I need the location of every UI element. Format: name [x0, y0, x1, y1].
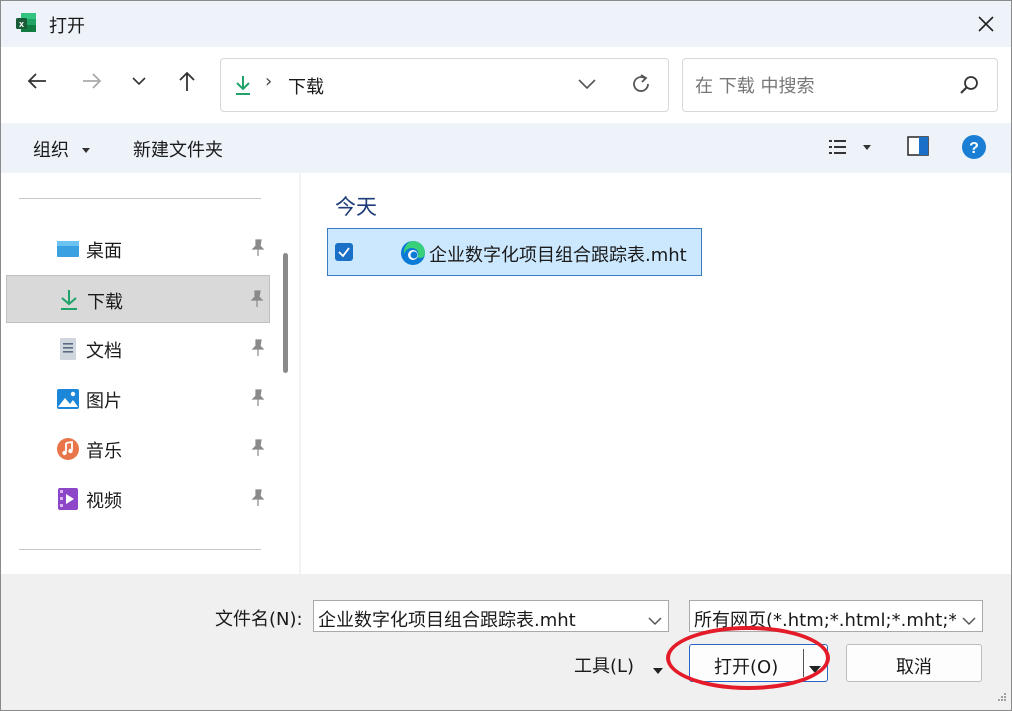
- filetype-value: 所有网页(*.htm;*.html;*.mht;*.: [694, 610, 956, 631]
- chevron-down-icon[interactable]: [648, 611, 662, 630]
- filename-label: 文件名(N):: [215, 609, 303, 630]
- chevron-down-icon: [132, 77, 146, 86]
- file-name: 企业数字化项目组合跟踪表.mht: [429, 245, 687, 266]
- open-button[interactable]: 打开(O): [689, 644, 828, 682]
- group-header-today: 今天: [335, 195, 377, 219]
- tools-menu-button[interactable]: 工具(L): [574, 652, 634, 678]
- video-icon: [56, 487, 80, 511]
- navigation-pane: 桌面 下载 文档 图片 音乐 视频: [1, 173, 299, 574]
- resize-grip-icon[interactable]: [997, 687, 1007, 706]
- filename-field[interactable]: 企业数字化项目组合跟踪表.mht: [313, 600, 669, 632]
- document-icon: [56, 337, 80, 361]
- refresh-button[interactable]: [629, 72, 653, 100]
- download-icon: [233, 74, 253, 100]
- recent-locations-button[interactable]: [121, 63, 157, 99]
- sidebar-item-label: 文档: [86, 341, 122, 362]
- divider: [19, 549, 261, 550]
- sidebar-item-label: 图片: [86, 391, 122, 412]
- caret-down-icon: [809, 666, 821, 673]
- pin-icon[interactable]: [249, 290, 265, 312]
- pin-icon[interactable]: [250, 439, 266, 461]
- checkmark-icon: [338, 247, 350, 258]
- sidebar-item-desktop[interactable]: 桌面: [6, 225, 270, 273]
- preview-pane-button[interactable]: [907, 136, 929, 160]
- close-button[interactable]: [969, 7, 1003, 41]
- file-item[interactable]: 企业数字化项目组合跟踪表.mht: [327, 228, 702, 276]
- desktop-icon: [56, 237, 80, 261]
- edge-icon: [400, 240, 426, 270]
- pictures-icon: [56, 387, 80, 411]
- sidebar-item-label: 桌面: [86, 241, 122, 262]
- dialog-footer: 文件名(N): 企业数字化项目组合跟踪表.mht 所有网页(*.htm;*.ht…: [1, 574, 1011, 710]
- cancel-button-label: 取消: [896, 657, 932, 678]
- caret-down-icon: [81, 148, 90, 153]
- search-icon[interactable]: [959, 75, 979, 99]
- split-divider: [803, 649, 804, 677]
- arrow-up-icon: [179, 71, 195, 91]
- pin-icon[interactable]: [250, 239, 266, 261]
- filename-value: 企业数字化项目组合跟踪表.mht: [318, 610, 576, 631]
- music-icon: [56, 437, 80, 461]
- sidebar-scrollbar[interactable]: [283, 253, 288, 373]
- address-bar[interactable]: › 下载: [220, 58, 669, 112]
- chevron-down-icon[interactable]: [962, 611, 976, 630]
- back-button[interactable]: [19, 63, 55, 99]
- download-icon: [57, 288, 81, 312]
- svg-text:?: ?: [969, 140, 979, 157]
- breadcrumb-separator: ›: [265, 71, 273, 92]
- file-checkbox[interactable]: [335, 243, 353, 261]
- cancel-button[interactable]: 取消: [846, 644, 982, 682]
- sidebar-item-label: 下载: [87, 292, 123, 313]
- search-input[interactable]: [693, 71, 947, 101]
- search-box[interactable]: [682, 58, 998, 112]
- sidebar-item-documents[interactable]: 文档: [6, 325, 270, 373]
- divider: [19, 198, 261, 199]
- close-icon: [978, 16, 994, 32]
- dialog-title: 打开: [49, 16, 85, 37]
- pin-icon[interactable]: [250, 489, 266, 511]
- title-bar: x 打开: [1, 1, 1011, 47]
- excel-icon: x: [15, 12, 37, 34]
- sidebar-item-music[interactable]: 音乐: [6, 425, 270, 473]
- view-options-button[interactable]: [827, 137, 875, 161]
- new-folder-button[interactable]: 新建文件夹: [133, 136, 223, 162]
- open-button-label: 打开(O): [714, 657, 779, 678]
- command-toolbar: 组织 新建文件夹 ?: [1, 123, 1011, 173]
- arrow-left-icon: [27, 73, 46, 89]
- organize-menu-button[interactable]: 组织: [33, 136, 91, 162]
- file-list: 今天 企业数字化项目组合跟踪表.mht: [301, 173, 1011, 574]
- open-file-dialog: x 打开 › 下载 在 下载 中搜索 组织 新建文件夹 ? 桌面 下载 文档 图…: [0, 0, 1012, 711]
- address-history-button[interactable]: [578, 75, 596, 94]
- sidebar-item-label: 视频: [86, 491, 122, 512]
- breadcrumb-location[interactable]: 下载: [288, 73, 324, 99]
- filetype-select[interactable]: 所有网页(*.htm;*.html;*.mht;*.: [689, 600, 983, 632]
- navigation-bar: › 下载: [1, 47, 1011, 123]
- sidebar-item-downloads[interactable]: 下载: [6, 275, 270, 323]
- refresh-icon: [633, 74, 649, 92]
- organize-label: 组织: [33, 140, 69, 161]
- help-icon: ?: [962, 135, 986, 159]
- sidebar-item-pictures[interactable]: 图片: [6, 375, 270, 423]
- pin-icon[interactable]: [250, 339, 266, 361]
- open-dropdown-button[interactable]: [808, 659, 822, 678]
- help-button[interactable]: ?: [961, 134, 987, 164]
- sidebar-item-label: 音乐: [86, 441, 122, 462]
- preview-pane-icon: [907, 136, 929, 156]
- sidebar-item-videos[interactable]: 视频: [6, 475, 270, 523]
- caret-down-icon[interactable]: [652, 660, 664, 679]
- forward-button[interactable]: [74, 63, 110, 99]
- arrow-right-icon: [83, 73, 102, 89]
- up-button[interactable]: [169, 63, 205, 99]
- pin-icon[interactable]: [250, 389, 266, 411]
- list-view-icon: [829, 140, 871, 154]
- svg-text:x: x: [19, 19, 24, 29]
- chevron-down-icon: [578, 79, 596, 90]
